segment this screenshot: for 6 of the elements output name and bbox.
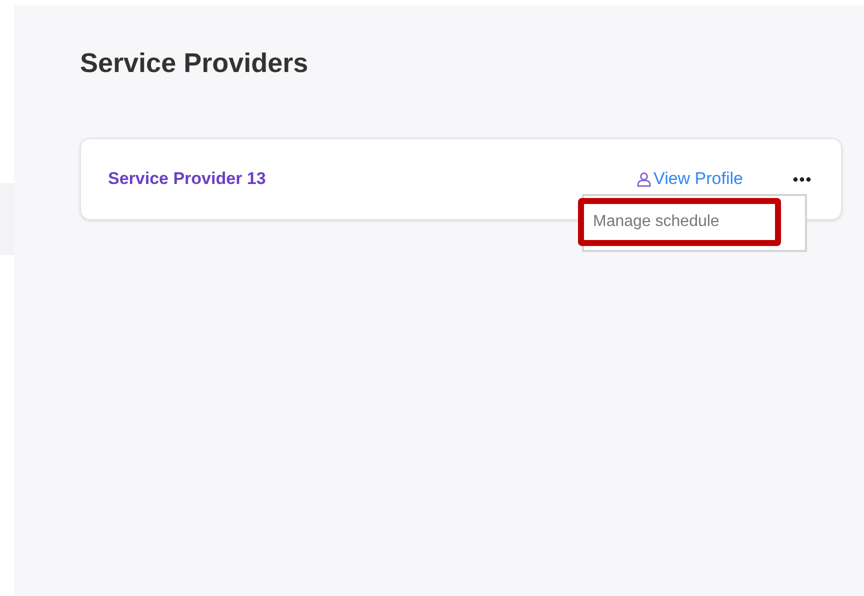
view-profile-link[interactable]: View Profile: [636, 166, 743, 192]
menu-item[interactable]: Manage schedule: [578, 198, 781, 246]
more-icon: [793, 176, 811, 182]
page-title: Service Providers: [80, 47, 310, 80]
person-icon: [636, 172, 651, 186]
provider-name[interactable]: Service Provider 13: [108, 166, 266, 192]
